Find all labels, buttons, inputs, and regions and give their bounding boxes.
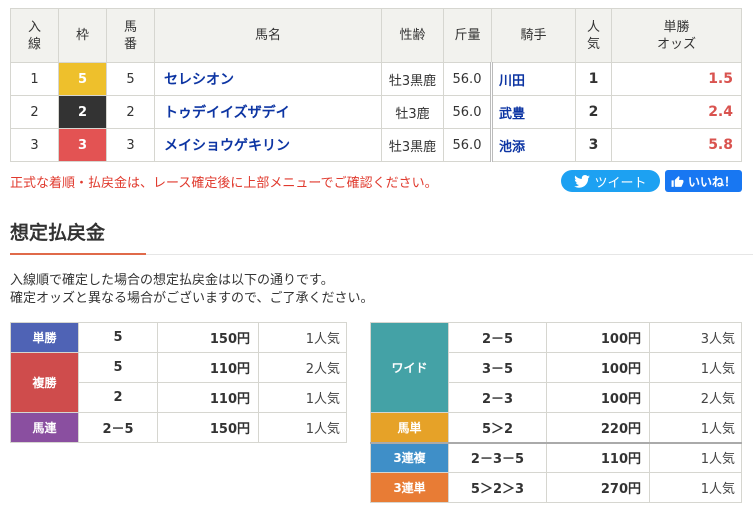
tweet-label: ツイート	[594, 175, 647, 191]
payout-table-right: ワイド 2－5 100円 3人気 3－5 100円 1人気 2－3 100円 2…	[370, 322, 742, 503]
popularity-cell: 2	[575, 95, 612, 129]
combo-cell: 2－5	[448, 322, 547, 353]
umaban-cell: 3	[106, 128, 155, 162]
header-win-odds: 単勝 オッズ	[611, 8, 742, 63]
section-underline	[10, 253, 146, 255]
result-notice: 正式な着順・払戻金は、レース確定後に上部メニューでご確認ください。	[10, 176, 438, 191]
waku-cell: 5	[58, 62, 107, 96]
payout-row-quinella: 馬連 2－5 150円 1人気	[10, 412, 347, 443]
popularity-cell: 1人気	[258, 382, 347, 413]
popularity-cell: 1人気	[649, 472, 742, 503]
payout-description: 入線順で確定した場合の想定払戻金は以下の通りです。 確定オッズと異なる場合がござ…	[10, 273, 374, 306]
payout-row-trifecta: 3連単 5＞2＞3 270円 1人気	[370, 472, 742, 503]
payout-row-place: 複勝 5 110円 2人気	[10, 352, 347, 413]
header-jockey: 騎手	[491, 8, 576, 63]
section-title: 想定払戻金	[10, 222, 106, 244]
payout-row-trio: 3連複 2－3－5 110円 1人気	[370, 442, 742, 473]
combo-cell: 3－5	[448, 352, 547, 383]
thumbs-up-icon	[671, 175, 684, 187]
payout-amount: 100円	[546, 352, 650, 383]
header-waku: 枠	[58, 8, 107, 63]
header-sex-age: 性齢	[381, 8, 444, 63]
payout-amount: 100円	[546, 382, 650, 413]
popularity-cell: 2人気	[258, 352, 347, 383]
payout-amount: 270円	[546, 472, 650, 503]
weight-cell: 56.0	[443, 62, 492, 96]
label-wide: ワイド	[370, 322, 449, 413]
rank-cell: 2	[10, 95, 59, 129]
popularity-cell: 1	[575, 62, 612, 96]
popularity-cell: 3人気	[649, 322, 742, 353]
umaban-cell: 2	[106, 95, 155, 129]
tweet-button[interactable]: ツイート	[561, 170, 660, 192]
combo-cell: 2－3	[448, 382, 547, 413]
header-umaban: 馬番	[106, 8, 155, 63]
payout-row-win: 単勝 5 150円 1人気	[10, 322, 347, 353]
header-weight: 斤量	[443, 8, 492, 63]
odds-cell: 5.8	[611, 128, 742, 162]
horse-name-link[interactable]: メイショウゲキリン	[154, 128, 382, 162]
like-button[interactable]: いいね！	[665, 170, 742, 192]
twitter-bird-icon	[574, 174, 591, 188]
combo-cell: 5＞2＞3	[448, 472, 547, 503]
combo-cell: 5＞2	[448, 412, 547, 444]
popularity-cell: 1人気	[258, 322, 347, 353]
header-popularity: 人気	[575, 8, 612, 63]
umaban-cell: 5	[106, 62, 155, 96]
header-rank: 入線	[10, 8, 59, 63]
waku-cell: 2	[58, 95, 107, 129]
header-horse-name: 馬名	[154, 8, 382, 63]
combo-cell: 5	[78, 322, 158, 353]
label-exacta: 馬単	[370, 412, 449, 444]
popularity-cell: 1人気	[649, 442, 742, 473]
jockey-link[interactable]: 武豊	[490, 95, 576, 129]
table-row: 3 3 3 メイショウゲキリン 牡3黒鹿 56.0 池添 3 5.8	[10, 128, 742, 162]
combo-cell: 2－3－5	[448, 442, 547, 473]
payout-amount: 100円	[546, 322, 650, 353]
payout-amount: 110円	[157, 352, 259, 383]
popularity-cell: 1人気	[649, 412, 742, 444]
popularity-cell: 3	[575, 128, 612, 162]
rank-cell: 1	[10, 62, 59, 96]
label-trifecta: 3連単	[370, 472, 449, 503]
combo-cell: 5	[78, 352, 158, 383]
popularity-cell: 2人気	[649, 382, 742, 413]
payout-amount: 150円	[157, 322, 259, 353]
sex-age-cell: 牡3鹿	[381, 95, 444, 129]
table-row: 1 5 5 セレシオン 牡3黒鹿 56.0 川田 1 1.5	[10, 62, 742, 96]
payout-table-left: 単勝 5 150円 1人気 複勝 5 110円 2人気 2 110円 1人気 馬…	[10, 322, 347, 443]
payout-amount: 150円	[157, 412, 259, 443]
waku-cell: 3	[58, 128, 107, 162]
payout-amount: 110円	[546, 442, 650, 473]
sex-age-cell: 牡3黒鹿	[381, 62, 444, 96]
like-label: いいね！	[687, 174, 736, 189]
label-trio: 3連複	[370, 442, 449, 473]
odds-cell: 2.4	[611, 95, 742, 129]
rank-cell: 3	[10, 128, 59, 162]
race-results-table: 入線 枠 馬番 馬名 性齢 斤量 騎手 人気 単勝 オッズ 1 5 5 セレシオン…	[10, 8, 742, 162]
combo-cell: 2	[78, 382, 158, 413]
payout-row-wide: ワイド 2－5 100円 3人気	[370, 322, 742, 413]
payout-amount: 220円	[546, 412, 650, 444]
horse-name-link[interactable]: トゥデイイズザデイ	[154, 95, 382, 129]
popularity-cell: 1人気	[649, 352, 742, 383]
horse-name-link[interactable]: セレシオン	[154, 62, 382, 96]
weight-cell: 56.0	[443, 95, 492, 129]
sex-age-cell: 牡3黒鹿	[381, 128, 444, 162]
label-place: 複勝	[10, 352, 79, 413]
jockey-link[interactable]: 川田	[490, 62, 576, 96]
weight-cell: 56.0	[443, 128, 492, 162]
odds-cell: 1.5	[611, 62, 742, 96]
results-header-row: 入線 枠 馬番 馬名 性齢 斤量 騎手 人気 単勝 オッズ	[10, 8, 742, 63]
label-win: 単勝	[10, 322, 79, 353]
popularity-cell: 1人気	[258, 412, 347, 443]
label-quinella: 馬連	[10, 412, 79, 443]
payout-row-exacta: 馬単 5＞2 220円 1人気	[370, 412, 742, 444]
jockey-link[interactable]: 池添	[490, 128, 576, 162]
table-row: 2 2 2 トゥデイイズザデイ 牡3鹿 56.0 武豊 2 2.4	[10, 95, 742, 129]
combo-cell: 2－5	[78, 412, 158, 443]
payout-amount: 110円	[157, 382, 259, 413]
section-divider	[146, 254, 753, 255]
